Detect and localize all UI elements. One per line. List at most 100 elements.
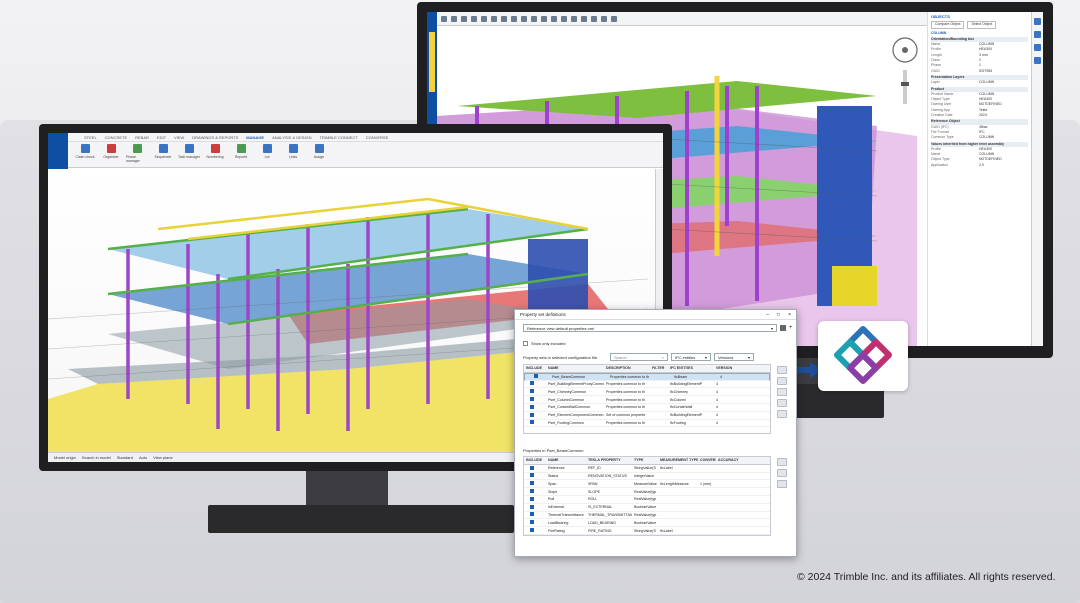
include-checkbox[interactable] bbox=[530, 512, 534, 517]
ribbon-tab[interactable]: VIEW bbox=[174, 135, 184, 140]
tool-icon[interactable] bbox=[611, 15, 617, 22]
save-icon[interactable] bbox=[780, 325, 786, 331]
ribbon-tab[interactable]: STEEL bbox=[84, 135, 97, 140]
tool-icon[interactable] bbox=[551, 15, 557, 22]
tool-icon[interactable] bbox=[441, 15, 447, 22]
table-row[interactable]: Reference REF_ID StringValue(S IfcLabel bbox=[524, 465, 770, 473]
ribbon-tab[interactable]: ANALYSIS & DESIGN bbox=[272, 135, 312, 140]
tool-icon[interactable] bbox=[571, 15, 577, 22]
ribbon-button[interactable]: Sequencer bbox=[152, 144, 174, 167]
search-input[interactable]: Search ⌕ bbox=[610, 353, 668, 361]
include-checkbox[interactable] bbox=[530, 520, 534, 525]
column-header[interactable]: FILTER bbox=[650, 366, 668, 370]
ribbon-button[interactable]: Clash check bbox=[74, 144, 96, 167]
tool-icon[interactable] bbox=[1034, 31, 1041, 38]
tool-icon[interactable] bbox=[531, 15, 537, 22]
include-checkbox[interactable] bbox=[530, 504, 534, 509]
panel-button[interactable]: Select Object bbox=[967, 21, 997, 29]
edit-icon[interactable] bbox=[777, 388, 787, 396]
ribbon-button[interactable]: Links bbox=[282, 144, 304, 167]
column-header[interactable]: NAME bbox=[546, 366, 604, 370]
copy-icon[interactable] bbox=[777, 410, 787, 418]
ribbon-tab[interactable]: REBAR bbox=[135, 135, 149, 140]
ribbon-button[interactable]: Reports bbox=[230, 144, 252, 167]
tool-icon[interactable] bbox=[581, 15, 587, 22]
status-item[interactable]: View plane bbox=[153, 455, 173, 460]
ribbon-tab[interactable]: EDIT bbox=[157, 135, 166, 140]
delete-icon[interactable] bbox=[777, 480, 787, 488]
column-header[interactable]: ACCURACY bbox=[716, 458, 740, 462]
column-header[interactable]: INCLUDE bbox=[524, 366, 546, 370]
column-header[interactable]: TEKLA PROPERTY bbox=[586, 458, 632, 462]
ribbon-tab[interactable]: CONVERSE bbox=[366, 135, 388, 140]
tool-icon[interactable] bbox=[491, 15, 497, 22]
include-checkbox[interactable] bbox=[530, 420, 534, 425]
ribbon-button[interactable]: Task manager bbox=[178, 144, 200, 167]
ribbon-button[interactable]: Numbering bbox=[204, 144, 226, 167]
ribbon-button[interactable]: Organizer bbox=[100, 144, 122, 167]
tool-icon[interactable] bbox=[501, 15, 507, 22]
panel-button[interactable]: Compare Object bbox=[931, 21, 965, 29]
config-select[interactable]: Reference view default properties.xml ▾ bbox=[523, 324, 777, 332]
table-row[interactable]: Pset_ChimneyCommon Properties common to t… bbox=[524, 388, 770, 397]
settings-icon[interactable] bbox=[777, 366, 787, 374]
table-row[interactable]: Pset_BeamCommon Properties common to th If… bbox=[524, 372, 770, 381]
tool-icon[interactable] bbox=[1034, 44, 1041, 51]
include-checkbox[interactable] bbox=[530, 489, 534, 494]
include-checkbox[interactable] bbox=[530, 404, 534, 409]
status-item[interactable]: Standard bbox=[117, 455, 133, 460]
file-menu-icon[interactable] bbox=[48, 133, 68, 169]
table-row[interactable]: Span SPAN MeasureValue IfcLengthMeasure 1 (m… bbox=[524, 480, 770, 489]
include-checkbox[interactable] bbox=[530, 473, 534, 478]
add-icon[interactable] bbox=[777, 458, 787, 466]
table-row[interactable]: Pset_CurtainWallCommon Properties common … bbox=[524, 404, 770, 412]
tool-icon[interactable] bbox=[561, 15, 567, 22]
include-checkbox[interactable] bbox=[530, 397, 534, 402]
versions-filter[interactable]: Versions ▾ bbox=[714, 353, 754, 361]
navigation-widget[interactable] bbox=[887, 32, 923, 112]
include-checkbox[interactable] bbox=[530, 389, 534, 394]
status-item[interactable]: Search in model bbox=[82, 455, 111, 460]
delete-icon[interactable] bbox=[777, 399, 787, 407]
tool-icon[interactable] bbox=[481, 15, 487, 22]
tool-icon[interactable] bbox=[471, 15, 477, 22]
tool-icon[interactable] bbox=[461, 15, 467, 22]
tool-icon[interactable] bbox=[1034, 18, 1041, 25]
minimize-icon[interactable]: – bbox=[766, 312, 769, 318]
column-header[interactable]: CONVERS bbox=[698, 458, 716, 462]
table-row[interactable]: Pset_ColumnCommon Properties common to th… bbox=[524, 396, 770, 404]
show-only-checkbox[interactable] bbox=[523, 341, 528, 346]
column-header[interactable]: TYPE bbox=[632, 458, 658, 462]
status-item[interactable]: Auto bbox=[139, 455, 147, 460]
tool-icon[interactable] bbox=[511, 15, 517, 22]
column-header[interactable]: IFC ENTITIES bbox=[668, 366, 714, 370]
include-checkbox[interactable] bbox=[534, 374, 538, 379]
table-row[interactable]: Slope SLOPE RealValue(typ bbox=[524, 488, 770, 496]
maximize-icon[interactable]: □ bbox=[777, 312, 780, 318]
ribbon-tab[interactable]: CONCRETE bbox=[105, 135, 127, 140]
include-checkbox[interactable] bbox=[530, 481, 534, 486]
tool-icon[interactable] bbox=[541, 15, 547, 22]
select-tool-icon[interactable] bbox=[427, 12, 437, 26]
tool-icon[interactable] bbox=[1034, 57, 1041, 64]
table-row[interactable]: Roll ROLL RealValue(typ bbox=[524, 496, 770, 504]
column-header[interactable]: DESCRIPTION bbox=[604, 366, 650, 370]
status-item[interactable]: Model origin bbox=[54, 455, 76, 460]
tool-icon[interactable] bbox=[591, 15, 597, 22]
add-icon[interactable] bbox=[777, 377, 787, 385]
ribbon-button[interactable]: Phase manager bbox=[126, 144, 148, 167]
column-header[interactable]: INCLUDE bbox=[524, 458, 546, 462]
column-header[interactable]: NAME bbox=[546, 458, 586, 462]
include-checkbox[interactable] bbox=[530, 381, 534, 386]
ribbon-tab[interactable]: TRIMBLE CONNECT bbox=[320, 135, 358, 140]
tool-icon[interactable] bbox=[521, 15, 527, 22]
table-row[interactable]: FireRating FIRE_RATING StringValue(S IfcLab… bbox=[524, 527, 770, 535]
include-checkbox[interactable] bbox=[530, 528, 534, 533]
table-row[interactable]: IsExternal IS_EXTERNAL BooleanValue bbox=[524, 504, 770, 512]
include-checkbox[interactable] bbox=[530, 496, 534, 501]
include-checkbox[interactable] bbox=[530, 412, 534, 417]
column-header[interactable]: VERSION bbox=[714, 366, 732, 370]
close-icon[interactable]: × bbox=[788, 312, 791, 318]
ribbon-button[interactable]: Lot bbox=[256, 144, 278, 167]
table-row[interactable]: Pset_BuildingElementProxyCommon Propertie… bbox=[524, 381, 770, 389]
